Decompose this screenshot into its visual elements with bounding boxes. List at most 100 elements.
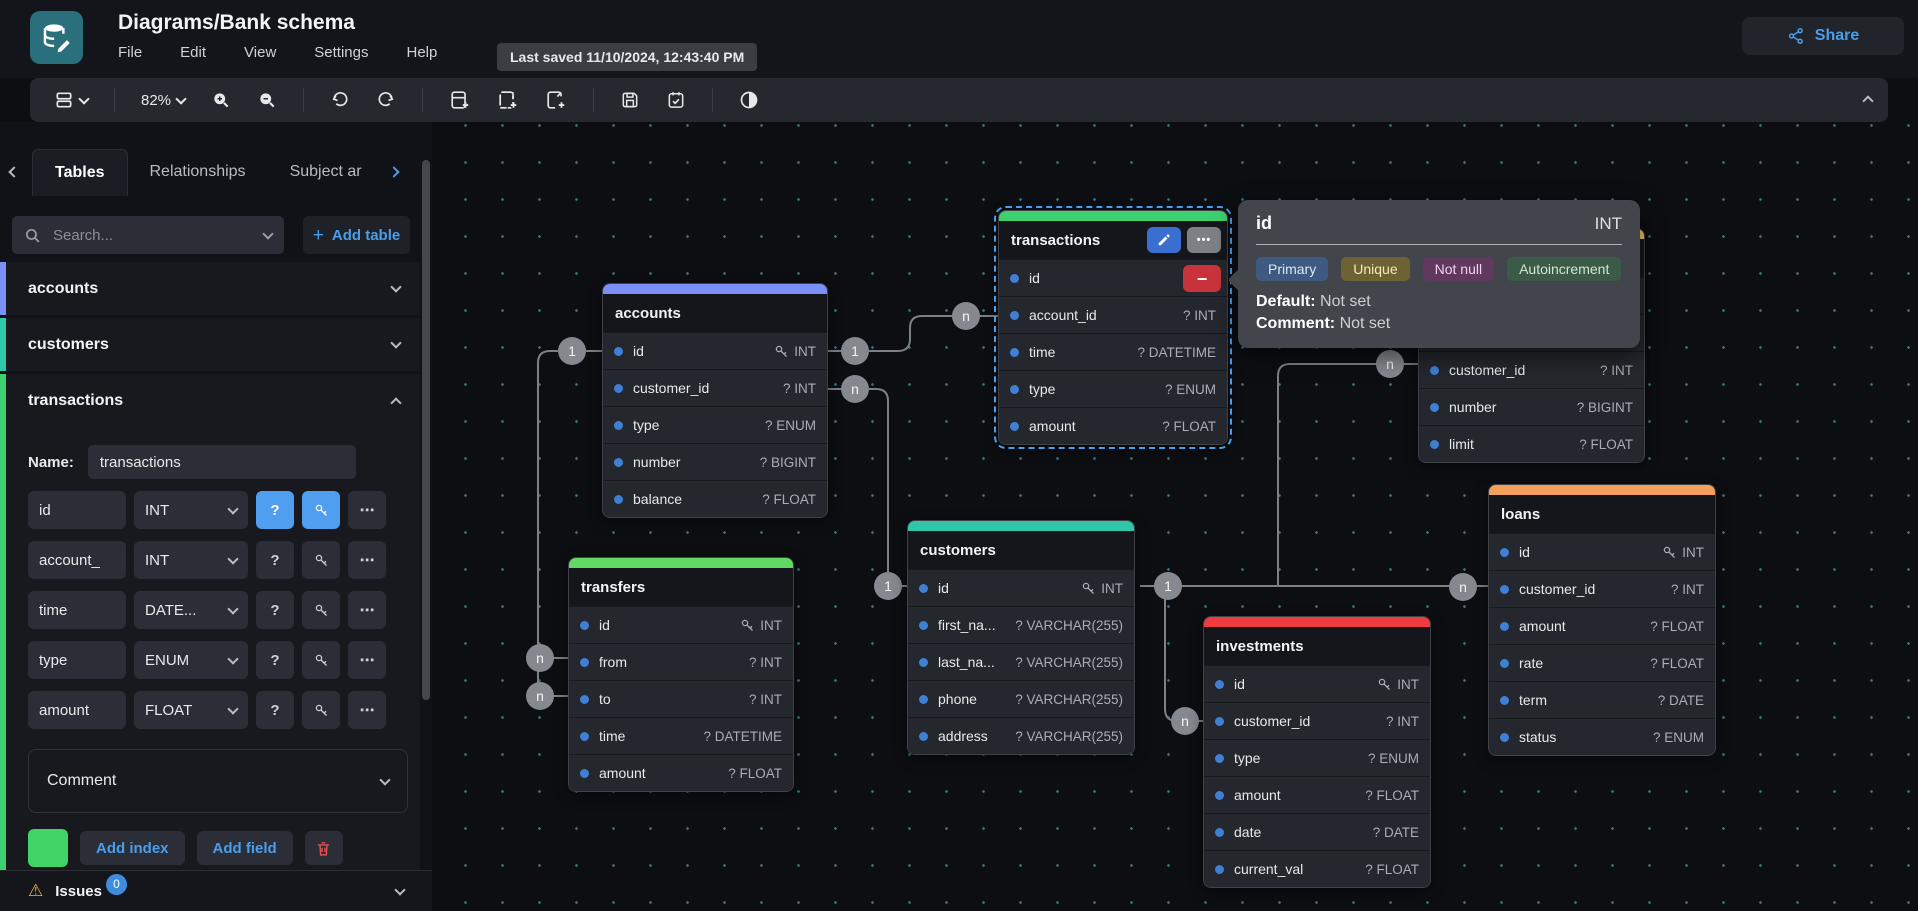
table-field-row[interactable]: type? ENUM xyxy=(999,370,1227,407)
delete-field-button[interactable]: − xyxy=(1183,265,1221,292)
field-more-button[interactable]: ⋯ xyxy=(348,591,386,629)
tab-tables[interactable]: Tables xyxy=(32,149,128,196)
app-logo[interactable] xyxy=(30,11,83,64)
nullable-toggle[interactable]: ? xyxy=(256,591,294,629)
table-field-row[interactable]: term? DATE xyxy=(1489,681,1715,718)
table-field-row[interactable]: customer_id? INT xyxy=(1204,702,1430,739)
tab-relationships[interactable]: Relationships xyxy=(128,149,268,196)
table-more-button[interactable]: ••• xyxy=(1187,227,1221,253)
table-field-row[interactable]: idINT xyxy=(569,606,793,643)
tab-subject-ar[interactable]: Subject ar xyxy=(268,149,384,196)
sidebar-item-transactions[interactable]: transactions xyxy=(6,374,420,427)
diagram-table-transactions[interactable]: transactions•••id−account_id? INTtime? D… xyxy=(998,210,1228,445)
table-field-row[interactable]: rate? FLOAT xyxy=(1489,644,1715,681)
diagram-table-accounts[interactable]: accountsidINTcustomer_id? INTtype? ENUMn… xyxy=(602,283,828,518)
table-field-row[interactable]: amount? FLOAT xyxy=(999,407,1227,444)
table-field-row[interactable]: id− xyxy=(999,259,1227,296)
primary-key-toggle[interactable] xyxy=(302,541,340,579)
theme-toggle[interactable] xyxy=(733,86,765,114)
field-type-select[interactable]: FLOAT xyxy=(134,691,248,729)
table-field-row[interactable]: limit? FLOAT xyxy=(1419,425,1644,462)
tabs-scroll-left-button[interactable] xyxy=(10,163,18,181)
table-name-input[interactable] xyxy=(88,445,356,479)
table-search[interactable] xyxy=(12,216,284,254)
nullable-toggle[interactable]: ? xyxy=(256,691,294,729)
menu-item-view[interactable]: View xyxy=(244,44,276,61)
field-more-button[interactable]: ⋯ xyxy=(348,541,386,579)
field-more-button[interactable]: ⋯ xyxy=(348,641,386,679)
diagram-table-loans[interactable]: loansidINTcustomer_id? INTamount? FLOATr… xyxy=(1488,484,1716,756)
table-field-row[interactable]: type? ENUM xyxy=(603,406,827,443)
table-field-row[interactable]: customer_id? INT xyxy=(1419,351,1644,388)
table-field-row[interactable]: number? BIGINT xyxy=(603,443,827,480)
menu-item-help[interactable]: Help xyxy=(406,44,437,61)
diagram-table-investments[interactable]: investmentsidINTcustomer_id? INTtype? EN… xyxy=(1203,616,1431,888)
tabs-scroll-right-button[interactable] xyxy=(390,163,398,181)
table-field-row[interactable]: idINT xyxy=(1489,533,1715,570)
table-field-row[interactable]: phone? VARCHAR(255) xyxy=(908,680,1134,717)
nullable-toggle[interactable]: ? xyxy=(256,641,294,679)
delete-table-button[interactable] xyxy=(305,831,343,865)
edit-table-button[interactable] xyxy=(1147,227,1181,253)
table-field-row[interactable]: type? ENUM xyxy=(1204,739,1430,776)
table-field-row[interactable]: idINT xyxy=(603,332,827,369)
comment-collapsible[interactable]: Comment xyxy=(28,749,408,813)
toolbar-collapse-button[interactable] xyxy=(1864,92,1872,110)
menu-item-settings[interactable]: Settings xyxy=(314,44,368,61)
table-field-row[interactable]: balance? FLOAT xyxy=(603,480,827,517)
table-field-row[interactable]: idINT xyxy=(1204,665,1430,702)
table-field-row[interactable]: time? DATETIME xyxy=(999,333,1227,370)
zoom-in-button[interactable] xyxy=(205,86,237,114)
diagram-table-transfers[interactable]: transfersidINTfrom? INTto? INTtime? DATE… xyxy=(568,557,794,792)
table-field-row[interactable]: account_id? INT xyxy=(999,296,1227,333)
nullable-toggle[interactable]: ? xyxy=(256,541,294,579)
field-more-button[interactable]: ⋯ xyxy=(348,491,386,529)
add-area-tool[interactable] xyxy=(491,85,525,115)
field-name-input[interactable]: account_ xyxy=(28,541,126,579)
table-field-row[interactable]: amount? FLOAT xyxy=(1204,776,1430,813)
menu-item-edit[interactable]: Edit xyxy=(180,44,206,61)
add-note-tool[interactable] xyxy=(539,85,573,115)
field-name-input[interactable]: time xyxy=(28,591,126,629)
table-field-row[interactable]: last_na...? VARCHAR(255) xyxy=(908,643,1134,680)
table-field-row[interactable]: customer_id? INT xyxy=(603,369,827,406)
field-type-select[interactable]: DATE... xyxy=(134,591,248,629)
sidebar-item-accounts[interactable]: accounts xyxy=(6,262,420,315)
save-button[interactable] xyxy=(614,86,646,114)
primary-key-toggle[interactable] xyxy=(302,591,340,629)
field-type-select[interactable]: ENUM xyxy=(134,641,248,679)
menu-item-file[interactable]: File xyxy=(118,44,142,61)
table-field-row[interactable]: number? BIGINT xyxy=(1419,388,1644,425)
issues-bar[interactable]: ⚠ Issues 0 xyxy=(0,870,432,911)
field-name-input[interactable]: id xyxy=(28,491,126,529)
table-color-swatch[interactable] xyxy=(28,829,68,867)
sidebar-scrollbar[interactable] xyxy=(422,160,430,700)
field-type-select[interactable]: INT xyxy=(134,541,248,579)
table-field-row[interactable]: date? DATE xyxy=(1204,813,1430,850)
zoom-out-button[interactable] xyxy=(251,86,283,114)
field-name-input[interactable]: amount xyxy=(28,691,126,729)
table-field-row[interactable]: time? DATETIME xyxy=(569,717,793,754)
primary-key-toggle[interactable] xyxy=(302,491,340,529)
add-index-button[interactable]: Add index xyxy=(80,831,185,865)
nullable-toggle[interactable]: ? xyxy=(256,491,294,529)
search-input[interactable] xyxy=(53,227,252,244)
add-field-button[interactable]: Add field xyxy=(197,831,293,865)
table-field-row[interactable]: current_val? FLOAT xyxy=(1204,850,1430,887)
table-field-row[interactable]: amount? FLOAT xyxy=(1489,607,1715,644)
primary-key-toggle[interactable] xyxy=(302,641,340,679)
sidebar-item-customers[interactable]: customers xyxy=(6,318,420,371)
layout-button[interactable] xyxy=(48,86,94,114)
table-field-row[interactable]: address? VARCHAR(255) xyxy=(908,717,1134,754)
add-table-tool[interactable] xyxy=(443,85,477,115)
field-name-input[interactable]: type xyxy=(28,641,126,679)
table-field-row[interactable]: from? INT xyxy=(569,643,793,680)
diagram-table-customers[interactable]: customersidINTfirst_na...? VARCHAR(255)l… xyxy=(907,520,1135,755)
table-field-row[interactable]: amount? FLOAT xyxy=(569,754,793,791)
field-more-button[interactable]: ⋯ xyxy=(348,691,386,729)
primary-key-toggle[interactable] xyxy=(302,691,340,729)
share-button[interactable]: Share xyxy=(1742,17,1904,55)
redo-button[interactable] xyxy=(370,86,402,114)
table-field-row[interactable]: customer_id? INT xyxy=(1489,570,1715,607)
table-field-row[interactable]: idINT xyxy=(908,569,1134,606)
